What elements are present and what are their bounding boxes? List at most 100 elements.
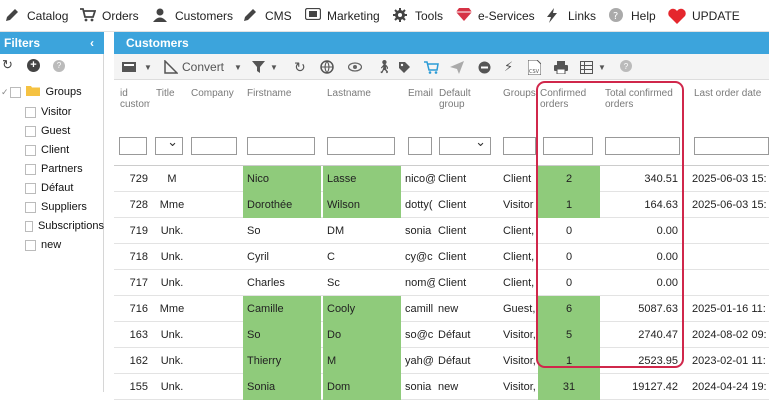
column-header-default-group[interactable]: Default group: [439, 88, 499, 110]
group-item-visitor[interactable]: Visitor: [0, 103, 104, 121]
filter-input-email[interactable]: [408, 137, 432, 155]
csv-export-icon[interactable]: CSV: [528, 59, 541, 75]
cart-icon[interactable]: [424, 59, 439, 75]
group-item-suppliers[interactable]: Suppliers: [0, 198, 104, 216]
filter-input-company[interactable]: [191, 137, 237, 155]
refresh-icon[interactable]: ↻: [2, 57, 13, 73]
column-header-last-order-date[interactable]: Last order date: [694, 88, 769, 99]
view-dropdown-icon[interactable]: ▼: [144, 59, 152, 75]
table-row[interactable]: 162 Unk. Thierry Myah@ Défaut Visitor, 1 2523.9…: [114, 348, 769, 374]
help-icon[interactable]: ?: [53, 60, 65, 72]
filter-icon[interactable]: [252, 59, 265, 75]
group-checkbox[interactable]: [25, 144, 36, 156]
table-row[interactable]: 718 Unk. Cyril Ccy@c Client Client, 0 0.00: [114, 244, 769, 270]
filter-input-confirmed-orders[interactable]: [543, 137, 593, 155]
group-item-client[interactable]: Client: [0, 141, 104, 159]
menu-catalog[interactable]: Catalog: [5, 0, 68, 32]
help-icon[interactable]: ?: [620, 60, 632, 72]
filter-input-firstname[interactable]: [247, 137, 315, 155]
group-checkbox[interactable]: [25, 125, 36, 137]
group-item-subscriptions[interactable]: Subscriptions: [0, 217, 104, 235]
column-header-total-confirmed-orders[interactable]: Total confirmed orders: [605, 88, 685, 110]
cell-default-group: Client: [438, 173, 467, 185]
menu-tools[interactable]: Tools: [393, 0, 443, 32]
cell-firstname: Thierry: [243, 348, 321, 374]
menu-links[interactable]: Links: [546, 0, 596, 32]
table-row[interactable]: 155 Unk. Sonia Dom sonia new Visitor, 31 19127.4…: [114, 374, 769, 400]
group-checkbox[interactable]: [25, 220, 33, 232]
filters-toolbar: ↻ + ?: [0, 54, 104, 78]
group-checkbox[interactable]: [25, 239, 36, 251]
select-dropdown-icon: ⌄: [475, 134, 486, 149]
menu-orders[interactable]: Orders: [80, 0, 139, 32]
filter-input-groups[interactable]: [503, 137, 536, 155]
group-checkbox[interactable]: [25, 201, 36, 213]
filter-dropdown-icon[interactable]: ▼: [270, 59, 278, 75]
menu-marketing[interactable]: Marketing: [304, 0, 380, 32]
filter-input-title[interactable]: ⌄: [155, 134, 183, 155]
cart-icon: [80, 8, 97, 24]
table-row[interactable]: 716 Mme Camille Cooly camill new Guest, 6 5087.6…: [114, 296, 769, 322]
cell-groups: Client: [503, 173, 532, 185]
walk-icon[interactable]: 🚶︎: [376, 59, 393, 75]
group-item-partners[interactable]: Partners: [0, 160, 104, 178]
column-header-lastname[interactable]: Lastname: [327, 88, 403, 99]
tree-root-groups[interactable]: ✓ Groups: [0, 83, 104, 101]
table-row[interactable]: 717 Unk. Charles Sc nom@ Client Client, 0 0.00: [114, 270, 769, 296]
menu-cms[interactable]: CMS: [243, 0, 292, 32]
cell-last-order: [692, 270, 769, 296]
view-icon[interactable]: [122, 59, 136, 75]
print-icon[interactable]: [554, 59, 568, 75]
menu-help[interactable]: ? Help: [609, 0, 656, 32]
menu-e-services[interactable]: e-Services: [456, 0, 535, 32]
filter-input-total-confirmed-orders[interactable]: [605, 137, 680, 155]
send-icon[interactable]: [450, 59, 464, 75]
minus-circle-icon[interactable]: [478, 59, 491, 75]
table-row[interactable]: 728 Mme Dorothée Wilson dotty(Client Visitor 1…: [114, 192, 769, 218]
table-row[interactable]: 719 Unk. So DM sonia Client Client, 0 0.00: [114, 218, 769, 244]
table-row[interactable]: 163 Unk. So Do so@c Défaut Visitor, 5 2740.47 202…: [114, 322, 769, 348]
convert-button[interactable]: Convert ▼: [164, 59, 242, 75]
filter-input-id[interactable]: [119, 137, 147, 155]
group-item-guest[interactable]: Guest: [0, 122, 104, 140]
grid-toolbar: ▼ Convert ▼ ▼ ↻ 🚶︎ ⚡︎ CSV ▼ ?: [114, 54, 769, 80]
column-header-confirmed-orders[interactable]: Confirmed orders: [540, 88, 600, 110]
cell-default-group: new: [438, 381, 459, 393]
cell-firstname: Nico: [243, 166, 321, 192]
filter-input-lastname[interactable]: [327, 137, 395, 155]
grid-settings-icon[interactable]: [580, 59, 593, 75]
column-header-company[interactable]: Company: [191, 88, 241, 99]
refresh-icon[interactable]: ↻: [294, 59, 306, 75]
group-checkbox[interactable]: [25, 163, 36, 175]
bolt-icon[interactable]: ⚡︎: [504, 59, 513, 75]
filter-input-default-group[interactable]: ⌄: [439, 134, 491, 155]
user-icon: [153, 8, 169, 24]
column-header-groups[interactable]: Groups: [503, 88, 537, 99]
menu-update[interactable]: UPDATE: [668, 0, 740, 32]
column-header-title[interactable]: Title: [156, 88, 188, 99]
group-item-défaut[interactable]: Défaut: [0, 179, 104, 197]
filter-input-last-order-date[interactable]: [694, 137, 769, 155]
ticket-icon: [304, 7, 322, 24]
add-icon[interactable]: +: [27, 59, 40, 72]
column-header-email[interactable]: Email: [408, 88, 436, 99]
column-header-firstname[interactable]: Firstname: [247, 88, 323, 99]
eye-icon[interactable]: [348, 59, 362, 75]
menu-label: Orders: [102, 9, 139, 23]
tree-root-checkbox[interactable]: [9, 86, 21, 98]
cell-id: 729: [129, 173, 148, 185]
cell-groups: Visitor,: [503, 381, 536, 393]
group-checkbox[interactable]: [25, 106, 36, 118]
globe-icon[interactable]: [320, 59, 334, 75]
menu-customers[interactable]: Customers: [153, 0, 233, 32]
chevron-left-icon[interactable]: ‹: [90, 32, 94, 54]
table-row[interactable]: 729 M Nico Lasse nico@ Client Client 2 340.51 202…: [114, 166, 769, 192]
group-item-new[interactable]: new: [0, 236, 104, 254]
cell-title: Unk.: [160, 277, 184, 289]
column-header-id[interactable]: id custom: [120, 88, 150, 110]
tag-icon[interactable]: [398, 59, 411, 75]
group-checkbox[interactable]: [25, 182, 36, 194]
grid-settings-dropdown-icon[interactable]: ▼: [598, 59, 606, 75]
cell-confirmed-orders: 1: [538, 348, 600, 374]
folder-icon: [25, 85, 40, 99]
